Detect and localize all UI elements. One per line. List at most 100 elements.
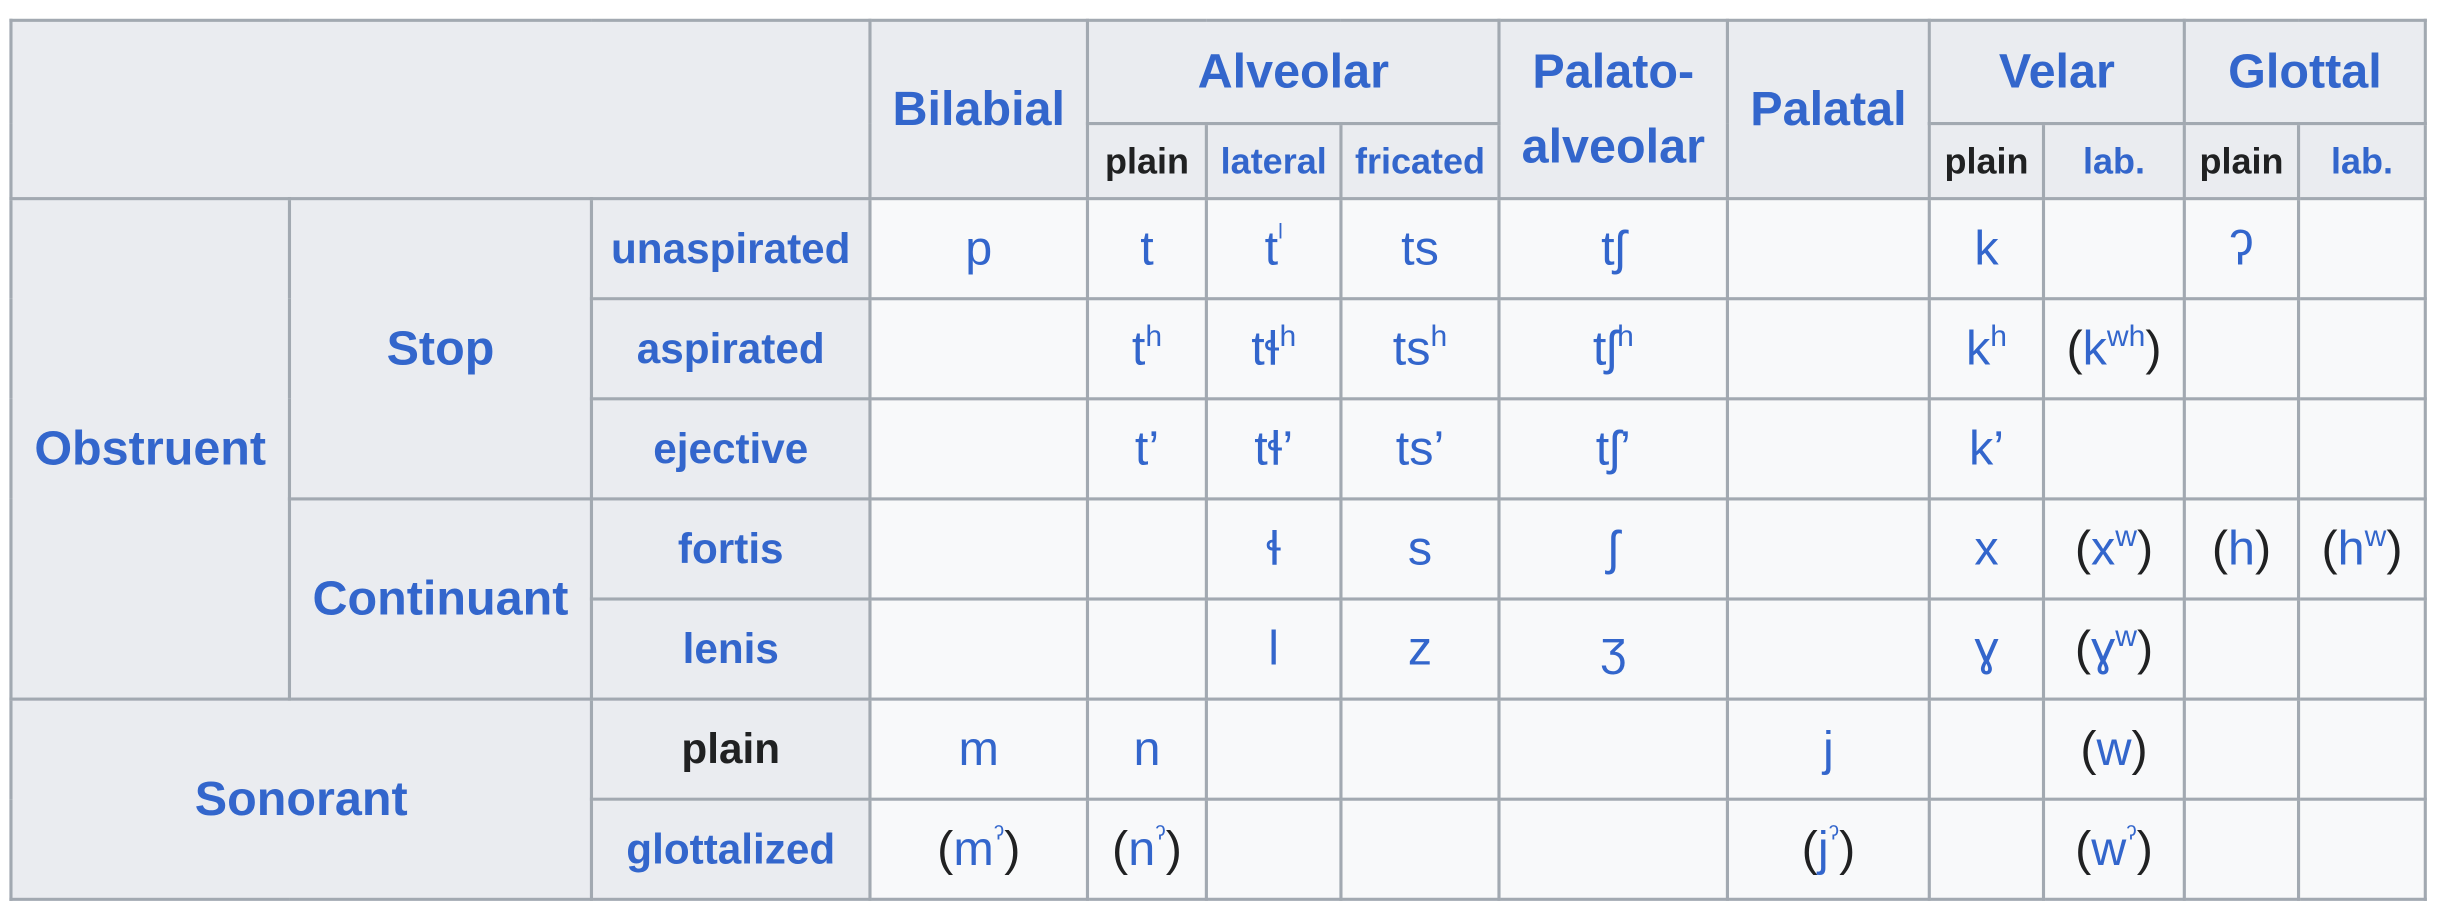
cell-w-glottalized-base: w <box>2091 821 2127 876</box>
cell-empty <box>868 597 1090 701</box>
cell-n-glottalized[interactable]: (nˀ) <box>1085 797 1208 901</box>
cell-empty <box>1339 697 1501 801</box>
cell-tlh-sup: h <box>1279 320 1297 354</box>
row-header-stop[interactable]: Stop <box>287 197 594 501</box>
col-header-velar[interactable]: Velar <box>1927 18 2186 126</box>
cell-k[interactable]: k <box>1927 197 2046 301</box>
paren-close: ) <box>2136 520 2154 576</box>
cell-gamma-w-sup: w <box>2115 621 2138 654</box>
cell-l[interactable]: l <box>1204 597 1343 701</box>
cell-gamma-w[interactable]: (ɣw) <box>2042 597 2186 701</box>
row-header-fortis[interactable]: fortis <box>589 497 872 601</box>
col-header-palato-alveolar[interactable]: Palato-alveolar <box>1497 18 1730 201</box>
subheader-glottal-plain: plain <box>2182 121 2301 201</box>
cell-th-sup: h <box>1145 320 1163 354</box>
page: Bilabial Alveolar Palato-alveolar Palata… <box>0 0 2441 904</box>
subheader-alveolar-fricated[interactable]: fricated <box>1339 121 1501 201</box>
row-header-sonorant[interactable]: Sonorant <box>9 697 594 901</box>
cell-xw[interactable]: (xw) <box>2042 497 2186 601</box>
cell-lateral-fricative[interactable]: ɬ <box>1204 497 1343 601</box>
cell-k-ejective[interactable]: k’ <box>1927 397 2046 501</box>
cell-kh[interactable]: kh <box>1927 297 2046 401</box>
subheader-glottal-lab[interactable]: lab. <box>2297 121 2427 201</box>
cell-m-glottalized[interactable]: (mˀ) <box>868 797 1090 901</box>
cell-empty <box>1927 697 2046 801</box>
paren-open: ( <box>2074 620 2092 676</box>
cell-tsh[interactable]: tʃ <box>1497 197 1730 301</box>
cell-th[interactable]: th <box>1085 297 1208 401</box>
cell-t-ejective[interactable]: t’ <box>1085 397 1208 501</box>
paren-close: ) <box>2145 320 2162 376</box>
cell-empty <box>1497 797 1730 901</box>
cell-empty <box>1725 497 1931 601</box>
cell-empty <box>2297 697 2427 801</box>
cell-hw-base: h <box>2337 520 2365 576</box>
cell-empty <box>2297 397 2427 501</box>
cell-empty <box>868 297 1090 401</box>
subheader-velar-lab[interactable]: lab. <box>2042 121 2186 201</box>
cell-n[interactable]: n <box>1085 697 1208 801</box>
cell-ezh[interactable]: ʒ <box>1497 597 1730 701</box>
cell-w[interactable]: (w) <box>2042 697 2186 801</box>
cell-tsh-aspirated[interactable]: tsh <box>1339 297 1501 401</box>
cell-palato-aspirated[interactable]: tʃh <box>1497 297 1730 401</box>
cell-w-base: w <box>2096 721 2132 776</box>
row-header-continuant[interactable]: Continuant <box>287 497 594 701</box>
cell-t-lateral-release[interactable]: tˡ <box>1204 197 1343 301</box>
cell-p[interactable]: p <box>868 197 1090 301</box>
cell-empty <box>1085 497 1208 601</box>
col-header-glottal[interactable]: Glottal <box>2182 18 2427 126</box>
cell-j-glottalized[interactable]: (jˀ) <box>1725 797 1931 901</box>
cell-kwh[interactable]: (kwh) <box>2042 297 2186 401</box>
cell-h-base: h <box>2228 520 2256 576</box>
col-header-palatal[interactable]: Palatal <box>1725 18 1931 201</box>
paren-close: ) <box>1004 821 1021 876</box>
cell-palato-ejective[interactable]: tʃ’ <box>1497 397 1730 501</box>
cell-j-glottalized-sup: ˀ <box>1828 821 1840 855</box>
cell-m-glottalized-sup: ˀ <box>993 821 1005 855</box>
cell-t-lateral-release-sup: ˡ <box>1278 220 1283 254</box>
cell-n-glottalized-sup: ˀ <box>1155 821 1166 855</box>
cell-empty <box>1085 597 1208 701</box>
row-header-ejective[interactable]: ejective <box>589 397 872 501</box>
col-header-alveolar[interactable]: Alveolar <box>1085 18 1501 126</box>
cell-kwh-base: k <box>2082 320 2107 376</box>
col-header-palato-alveolar-line1: Palato- <box>1532 43 1695 99</box>
cell-xw-sup: w <box>2115 520 2137 554</box>
paren-close: ) <box>2386 520 2403 576</box>
cell-tsh-aspirated-sup: h <box>1430 320 1448 354</box>
cell-esh[interactable]: ʃ <box>1497 497 1730 601</box>
cell-empty <box>868 397 1090 501</box>
col-header-palato-alveolar-line2: alveolar <box>1521 118 1705 174</box>
row-header-glottalized[interactable]: glottalized <box>589 797 872 901</box>
row-header-unaspirated[interactable]: unaspirated <box>589 197 872 301</box>
cell-x[interactable]: x <box>1927 497 2046 601</box>
row-header-aspirated[interactable]: aspirated <box>589 297 872 401</box>
paren-close: ) <box>2255 520 2272 576</box>
cell-s[interactable]: s <box>1339 497 1501 601</box>
cell-ts-ejective[interactable]: ts’ <box>1339 397 1501 501</box>
subheader-alveolar-lateral[interactable]: lateral <box>1204 121 1343 201</box>
cell-h[interactable]: (h) <box>2182 497 2301 601</box>
cell-t[interactable]: t <box>1085 197 1208 301</box>
cell-kh-base: k <box>1965 320 1991 376</box>
row-header-obstruent[interactable]: Obstruent <box>9 197 292 701</box>
cell-palato-aspirated-sup: h <box>1617 320 1634 354</box>
cell-z[interactable]: z <box>1339 597 1501 701</box>
cell-empty <box>1725 597 1931 701</box>
cell-m-glottalized-base: m <box>953 821 994 876</box>
cell-gamma[interactable]: ɣ <box>1927 597 2046 701</box>
cell-m[interactable]: m <box>868 697 1090 801</box>
cell-w-glottalized-sup: ˀ <box>2126 821 2137 855</box>
paren-close: ) <box>2131 721 2148 776</box>
row-header-lenis[interactable]: lenis <box>589 597 872 701</box>
col-header-bilabial[interactable]: Bilabial <box>868 18 1090 201</box>
paren-close: ) <box>1839 821 1856 876</box>
cell-tl-ejective[interactable]: tɬ’ <box>1204 397 1343 501</box>
cell-w-glottalized[interactable]: (wˀ) <box>2042 797 2186 901</box>
cell-glottal-stop[interactable]: ʔ <box>2182 197 2301 301</box>
cell-j[interactable]: j <box>1725 697 1931 801</box>
cell-ts[interactable]: ts <box>1339 197 1501 301</box>
cell-tlh[interactable]: tɬh <box>1204 297 1343 401</box>
cell-hw[interactable]: (hw) <box>2297 497 2427 601</box>
